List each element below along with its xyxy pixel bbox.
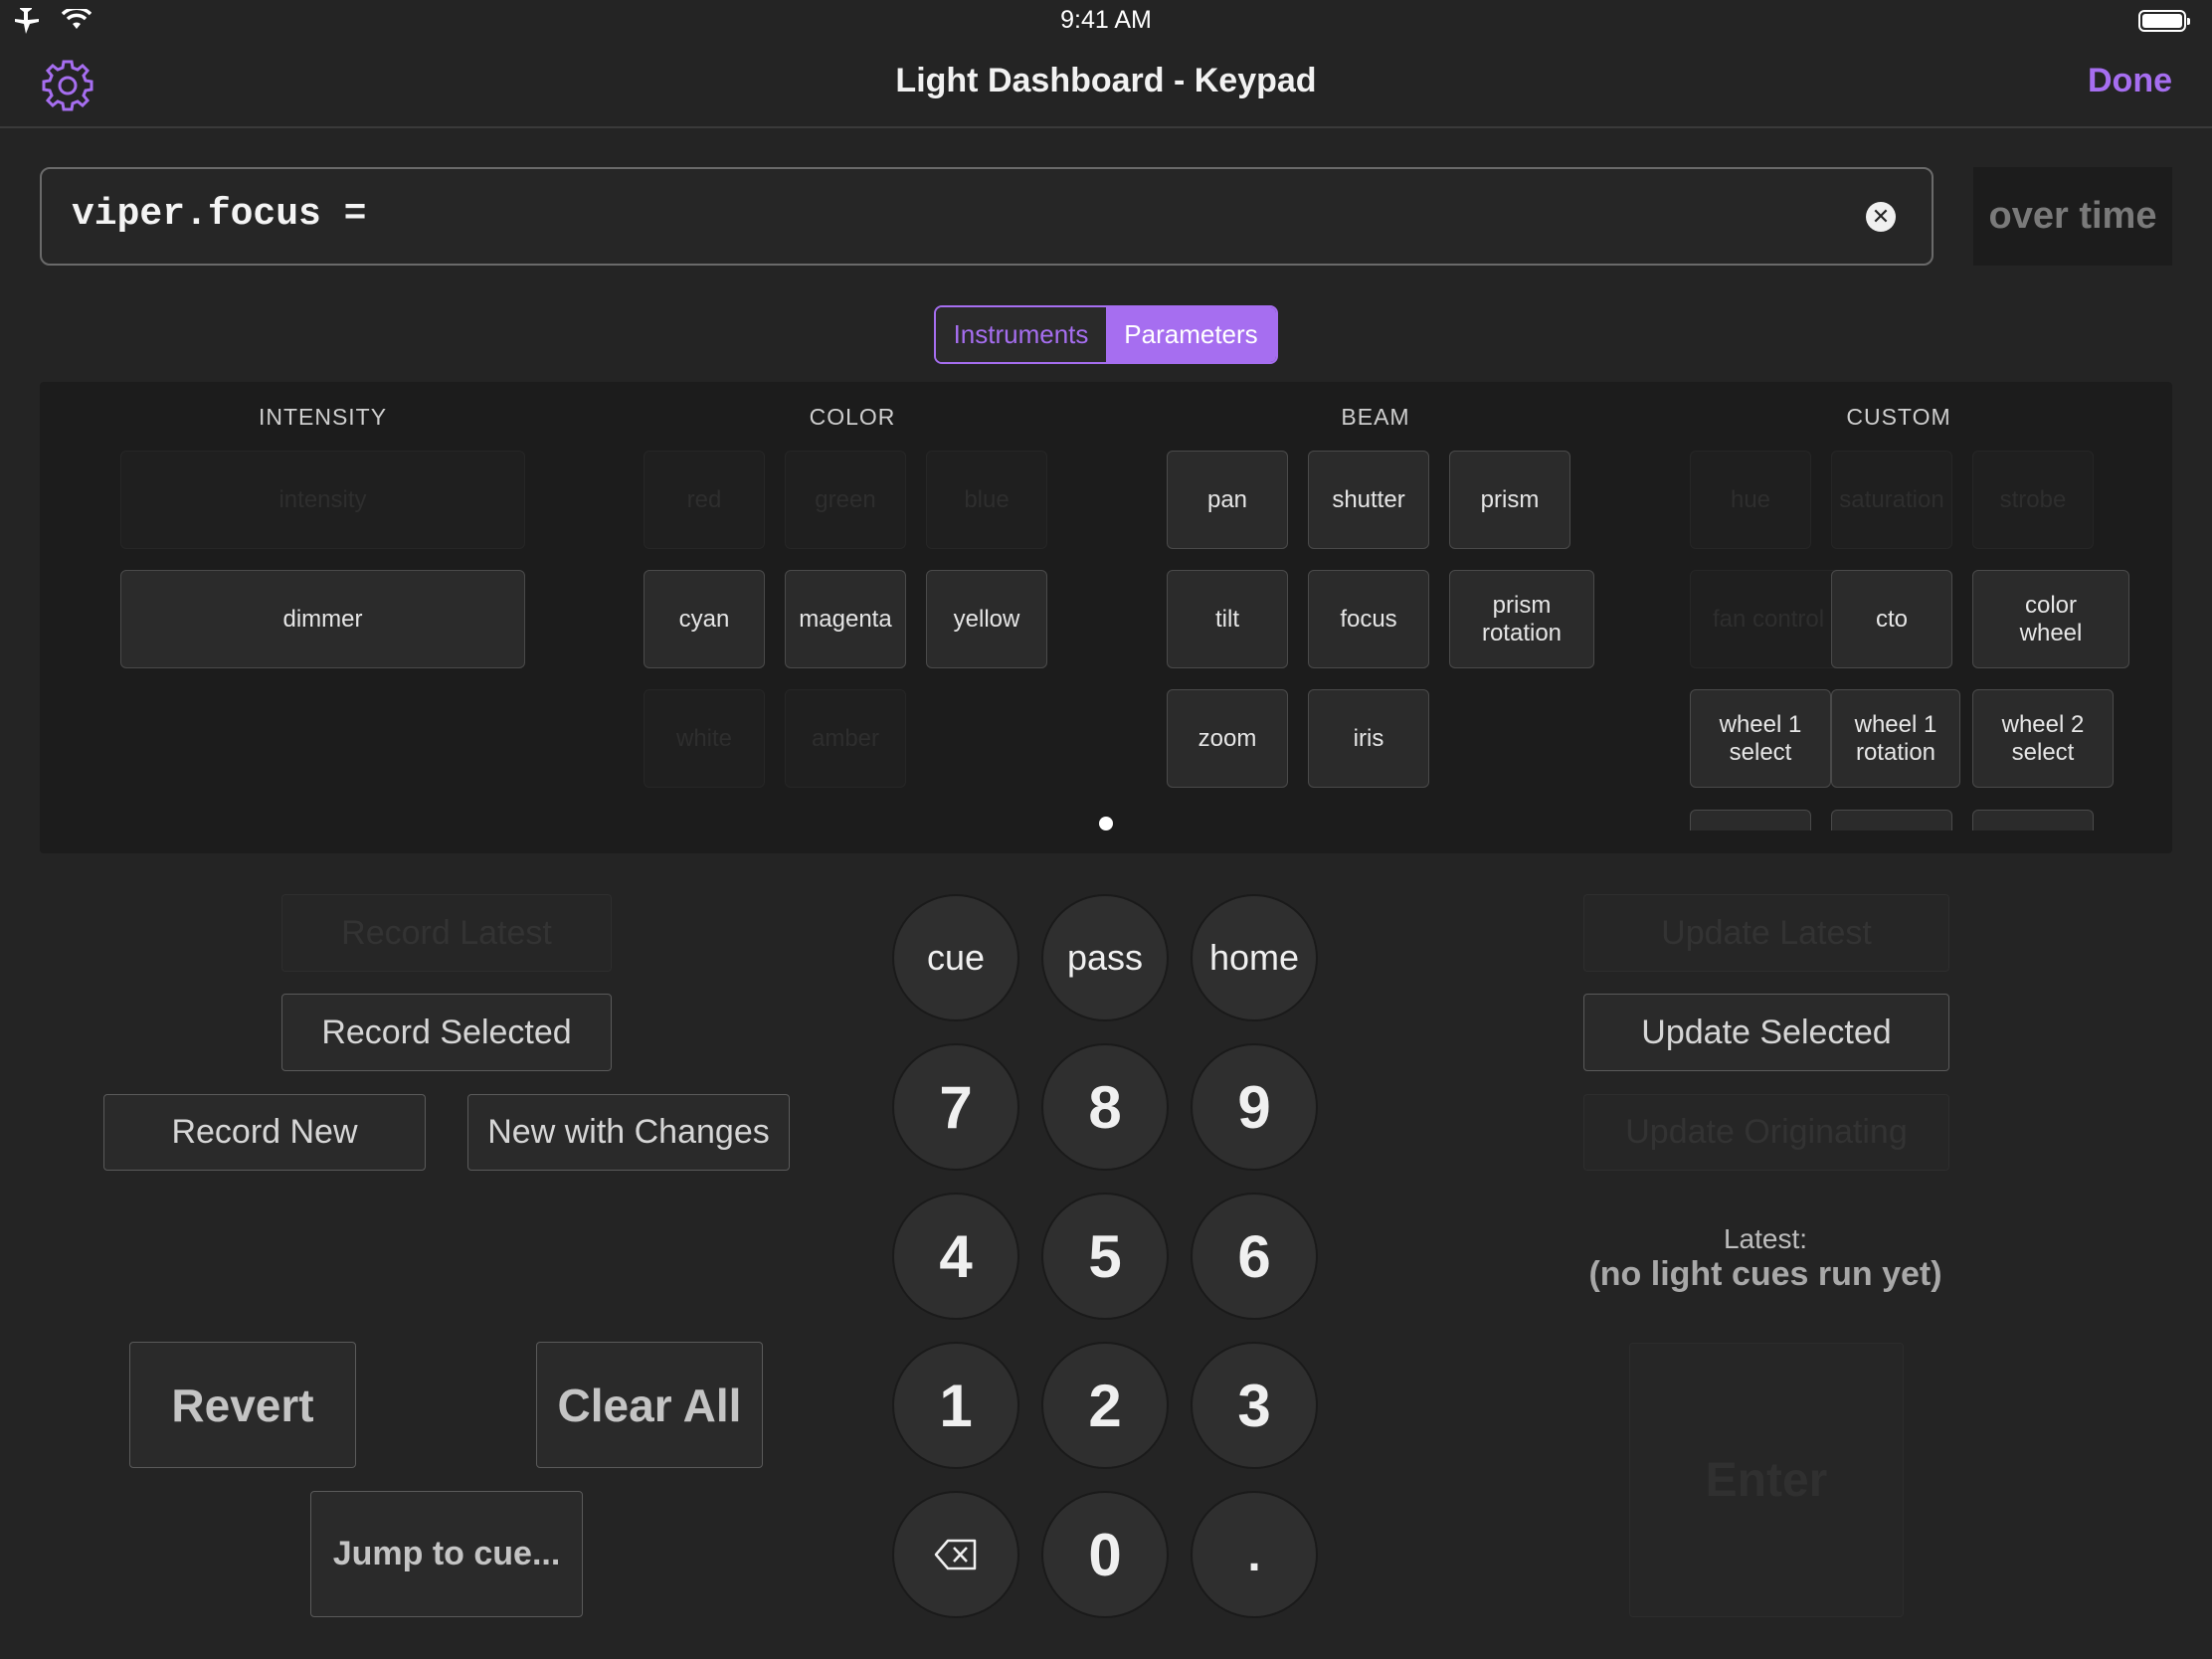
clear-icon[interactable]: ✕ <box>1866 202 1896 232</box>
param-prism-button[interactable]: prism <box>1449 451 1570 549</box>
param-hue-button: hue <box>1690 451 1811 549</box>
key-4[interactable]: 4 <box>892 1193 1019 1320</box>
command-text: viper.focus = <box>72 193 367 236</box>
intensity-heading: INTENSITY <box>258 404 388 430</box>
param-partial-button[interactable] <box>1690 810 1811 830</box>
param-prism-rotation-button[interactable]: prism rotation <box>1449 570 1594 668</box>
key-cue[interactable]: cue <box>892 894 1019 1021</box>
key-5[interactable]: 5 <box>1041 1193 1169 1320</box>
param-dimmer-button[interactable]: dimmer <box>120 570 525 668</box>
jump-to-cue-button[interactable]: Jump to cue... <box>310 1491 583 1617</box>
key-7[interactable]: 7 <box>892 1043 1019 1171</box>
param-focus-button[interactable]: focus <box>1308 570 1429 668</box>
param-wheel-1-select-button[interactable]: wheel 1 select <box>1690 689 1831 788</box>
tab-instruments[interactable]: Instruments <box>936 307 1106 362</box>
key-decimal[interactable]: . <box>1191 1491 1318 1618</box>
key-6[interactable]: 6 <box>1191 1193 1318 1320</box>
parameter-panel: INTENSITY intensity dimmer COLOR red gre… <box>40 382 2172 853</box>
page-title: Light Dashboard - Keypad <box>895 62 1317 99</box>
view-segmented-control: Instruments Parameters <box>934 305 1278 364</box>
param-green-button: green <box>785 451 906 549</box>
param-wheel-2-select-button[interactable]: wheel 2 select <box>1972 689 2114 788</box>
key-2[interactable]: 2 <box>1041 1342 1169 1469</box>
param-intensity-button: intensity <box>120 451 525 549</box>
update-selected-button[interactable]: Update Selected <box>1583 994 1949 1071</box>
key-pass[interactable]: pass <box>1041 894 1169 1021</box>
param-blue-button: blue <box>926 451 1047 549</box>
param-iris-button[interactable]: iris <box>1308 689 1429 788</box>
key-8[interactable]: 8 <box>1041 1043 1169 1171</box>
navigation-bar: Light Dashboard - Keypad Done <box>0 40 2212 128</box>
status-time: 9:41 AM <box>1060 6 1152 34</box>
param-partial-button[interactable] <box>1972 810 2094 830</box>
param-shutter-button[interactable]: shutter <box>1308 451 1429 549</box>
param-yellow-button[interactable]: yellow <box>926 570 1047 668</box>
latest-label: Latest: <box>1723 1223 1808 1254</box>
enter-button: Enter <box>1629 1343 1904 1617</box>
tab-parameters[interactable]: Parameters <box>1106 307 1276 362</box>
param-fan-control-button: fan control <box>1690 570 1847 668</box>
over-time-button[interactable]: over time <box>1973 167 2172 266</box>
backspace-icon <box>934 1539 977 1570</box>
param-strobe-button: strobe <box>1972 451 2094 549</box>
param-color-wheel-button[interactable]: color wheel <box>1972 570 2129 668</box>
param-wheel-1-rotation-button[interactable]: wheel 1 rotation <box>1831 689 1960 788</box>
param-red-button: red <box>644 451 765 549</box>
revert-button[interactable]: Revert <box>129 1342 356 1468</box>
param-tilt-button[interactable]: tilt <box>1167 570 1288 668</box>
update-originating-button: Update Originating <box>1583 1094 1949 1171</box>
status-bar: 9:41 AM <box>0 0 2212 40</box>
battery-icon <box>2138 10 2190 32</box>
command-input[interactable]: viper.focus = ✕ <box>40 167 1934 266</box>
param-cyan-button[interactable]: cyan <box>644 570 765 668</box>
custom-heading: CUSTOM <box>1846 404 1951 430</box>
param-saturation-button: saturation <box>1831 451 1952 549</box>
page-indicator-dot <box>1099 817 1113 830</box>
param-cto-button[interactable]: cto <box>1831 570 1952 668</box>
new-with-changes-button[interactable]: New with Changes <box>467 1094 790 1171</box>
key-9[interactable]: 9 <box>1191 1043 1318 1171</box>
update-latest-button: Update Latest <box>1583 894 1949 972</box>
param-amber-button: amber <box>785 689 906 788</box>
color-heading: COLOR <box>809 404 896 430</box>
done-button[interactable]: Done <box>2088 62 2172 100</box>
clear-all-button[interactable]: Clear All <box>536 1342 763 1468</box>
key-home[interactable]: home <box>1191 894 1318 1021</box>
param-magenta-button[interactable]: magenta <box>785 570 906 668</box>
beam-heading: BEAM <box>1341 404 1410 430</box>
key-1[interactable]: 1 <box>892 1342 1019 1469</box>
key-3[interactable]: 3 <box>1191 1342 1318 1469</box>
param-pan-button[interactable]: pan <box>1167 451 1288 549</box>
latest-value: (no light cues run yet) <box>1588 1255 1942 1293</box>
param-partial-button[interactable] <box>1831 810 1952 830</box>
key-backspace[interactable] <box>892 1491 1019 1618</box>
record-selected-button[interactable]: Record Selected <box>281 994 612 1071</box>
key-0[interactable]: 0 <box>1041 1491 1169 1618</box>
param-zoom-button[interactable]: zoom <box>1167 689 1288 788</box>
record-new-button[interactable]: Record New <box>103 1094 426 1171</box>
record-latest-button: Record Latest <box>281 894 612 972</box>
param-white-button: white <box>644 689 765 788</box>
